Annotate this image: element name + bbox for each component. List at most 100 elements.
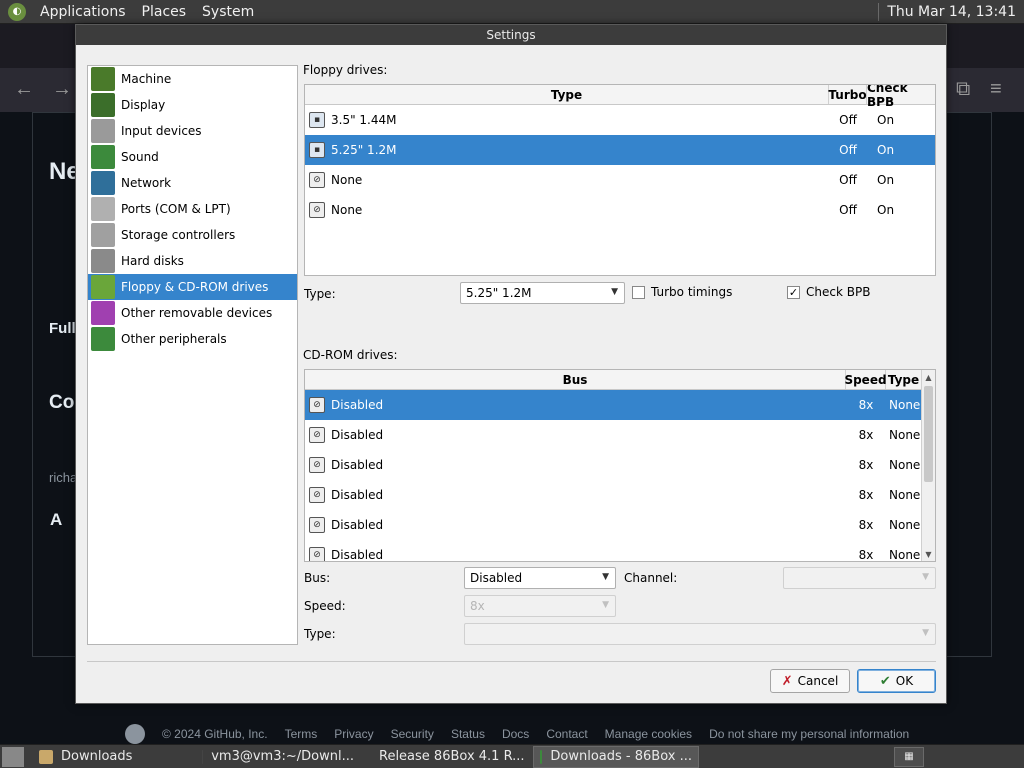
show-desktop-button[interactable]	[2, 746, 24, 767]
type-cell: None	[889, 488, 921, 502]
footer-link[interactable]: Do not share my personal information	[709, 727, 909, 741]
speed-cell: 8x	[858, 488, 874, 502]
check-bpb-checkbox[interactable]: ✓ Check BPB	[787, 285, 870, 299]
floppy-type-combo[interactable]: 5.25" 1.2M ▼	[460, 282, 625, 304]
cdrom-disabled-icon: ⊘	[309, 397, 325, 413]
category-label: Hard disks	[121, 254, 184, 268]
cdrom-drive-row[interactable]: ⊘ Disabled 8x None	[305, 540, 921, 562]
category-label: Network	[121, 176, 172, 190]
combo-value: 5.25" 1.2M	[466, 286, 532, 300]
bus-combo[interactable]: Disabled ▼	[464, 567, 616, 589]
bus-cell: ⊘ Disabled	[305, 547, 846, 561]
category-label: Storage controllers	[121, 228, 236, 242]
category-item[interactable]: Other removable devices	[88, 300, 297, 326]
cdrom-drive-row[interactable]: ⊘ Disabled 8x None	[305, 420, 921, 450]
taskbar-task[interactable]: Downloads	[32, 746, 192, 768]
speed-cell: 8x	[858, 398, 874, 412]
cdrom-drive-row[interactable]: ⊘ Disabled 8x None	[305, 390, 921, 420]
speed-cell: 8x	[858, 548, 874, 562]
back-icon[interactable]: ←	[14, 78, 34, 101]
category-item[interactable]: Hard disks	[88, 248, 297, 274]
settings-dialog: Settings Machine Display Input devices Soun…	[75, 24, 947, 704]
cdrom-type-combo[interactable]: ▼	[464, 623, 936, 645]
column-header-check-bpb[interactable]: Check BPB	[867, 85, 935, 109]
taskbar-task[interactable]: Downloads - 86Box ...	[533, 745, 699, 768]
scroll-thumb[interactable]	[924, 386, 933, 482]
turbo-timings-checkbox[interactable]: Turbo timings	[632, 285, 732, 299]
type-cell: ⊘ None	[305, 172, 829, 188]
mate-logo-icon[interactable]: ◐	[8, 2, 26, 21]
extensions-icon[interactable]: ⧉	[956, 78, 970, 101]
category-item[interactable]: Input devices	[88, 118, 297, 144]
column-header-turbo[interactable]: Turbo	[828, 85, 867, 104]
scroll-down-icon[interactable]: ▼	[922, 547, 935, 561]
cdrom-drive-row[interactable]: ⊘ Disabled 8x None	[305, 510, 921, 540]
combo-value: 8x	[470, 599, 485, 613]
cdrom-scrollbar[interactable]: ▲ ▼	[921, 370, 935, 561]
86box-tray-icon[interactable]: ▦	[894, 746, 924, 767]
type-cell: None	[889, 428, 921, 442]
category-item[interactable]: Storage controllers	[88, 222, 297, 248]
category-item[interactable]: Display	[88, 92, 297, 118]
dialog-title: Settings	[486, 28, 536, 42]
floppy-drives-table: Type Turbo Check BPB ▪ 3.5" 1.44M Off On ▪ 5.…	[304, 84, 936, 276]
ok-button[interactable]: ✔ OK	[857, 669, 936, 693]
cancel-button[interactable]: ✗ Cancel	[770, 669, 850, 693]
dialog-titlebar[interactable]: Settings	[76, 25, 946, 45]
scroll-up-icon[interactable]: ▲	[922, 370, 935, 384]
footer-link[interactable]: Docs	[502, 727, 529, 741]
category-label: Display	[121, 98, 166, 112]
category-label: Other peripherals	[121, 332, 227, 346]
channel-combo[interactable]: ▼	[783, 567, 936, 589]
drive-type: None	[331, 203, 363, 217]
column-header-type[interactable]: Type	[305, 85, 829, 104]
category-item[interactable]: Other peripherals	[88, 326, 297, 352]
column-header-speed[interactable]: Speed	[844, 370, 887, 389]
speed-combo[interactable]: 8x ▼	[464, 595, 616, 617]
taskbar: Downloads vm3@vm3:~/Downl... Release 86Box…	[0, 744, 1024, 768]
floppy-drive-row[interactable]: ⊘ None Off On	[305, 195, 935, 225]
task-label: vm3@vm3:~/Downl...	[211, 749, 354, 764]
footer-link[interactable]: Terms	[285, 727, 318, 741]
floppy-drive-row[interactable]: ▪ 3.5" 1.44M Off On	[305, 105, 935, 135]
footer-link[interactable]: Manage cookies	[605, 727, 692, 741]
category-label: Floppy & CD-ROM drives	[121, 280, 269, 294]
category-item[interactable]: Sound	[88, 144, 297, 170]
category-item[interactable]: Network	[88, 170, 297, 196]
footer-link[interactable]: Status	[451, 727, 485, 741]
network-icon	[91, 171, 115, 195]
taskbar-task[interactable]: vm3@vm3:~/Downl...	[195, 746, 361, 768]
column-header-type[interactable]: Type	[886, 370, 921, 389]
task-label: Downloads - 86Box ...	[550, 749, 692, 764]
footer-link[interactable]: Security	[391, 727, 434, 741]
type-cell: None	[889, 548, 921, 562]
taskbar-task[interactable]: Release 86Box 4.1 R...	[364, 746, 530, 768]
footer-link[interactable]: Contact	[546, 727, 587, 741]
menu-applications[interactable]: Applications	[32, 0, 134, 24]
menu-icon[interactable]: ≡	[990, 78, 1002, 101]
cdrom-drive-row[interactable]: ⊘ Disabled 8x None	[305, 480, 921, 510]
menu-system[interactable]: System	[194, 0, 262, 24]
cdrom-type-label: Type:	[304, 627, 336, 641]
column-header-bus[interactable]: Bus	[305, 370, 846, 389]
category-item[interactable]: Ports (COM & LPT)	[88, 196, 297, 222]
floppy-none-icon: ⊘	[309, 172, 325, 188]
forward-icon[interactable]: →	[52, 78, 72, 101]
drive-bus: Disabled	[331, 458, 384, 472]
floppy-drive-row[interactable]: ▪ 5.25" 1.2M Off On	[305, 135, 935, 165]
floppy-drive-row[interactable]: ⊘ None Off On	[305, 165, 935, 195]
storage-controllers-icon	[91, 223, 115, 247]
clock[interactable]: Thu Mar 14, 13:41	[887, 4, 1024, 20]
category-item[interactable]: Floppy & CD-ROM drives	[88, 274, 297, 300]
category-item[interactable]: Machine	[88, 66, 297, 92]
menu-places[interactable]: Places	[134, 0, 195, 24]
footer-link[interactable]: Privacy	[334, 727, 373, 741]
github-logo-icon[interactable]	[125, 724, 145, 744]
button-label: Cancel	[797, 674, 839, 688]
floppy-table-header: Type Turbo Check BPB	[305, 85, 935, 109]
type-cell: ⊘ None	[305, 202, 829, 218]
cdrom-drive-row[interactable]: ⊘ Disabled 8x None	[305, 450, 921, 480]
bus-cell: ⊘ Disabled	[305, 397, 846, 413]
category-list: Machine Display Input devices Sound Network P…	[87, 65, 298, 645]
floppy-drives-label: Floppy drives:	[303, 63, 388, 77]
